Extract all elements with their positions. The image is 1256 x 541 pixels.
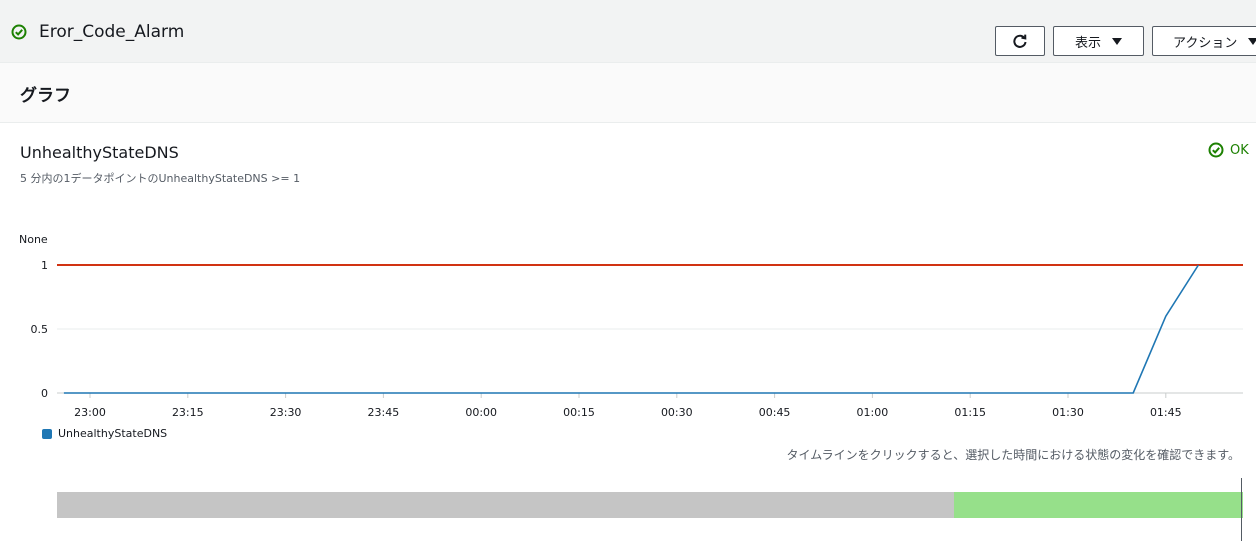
ok-status-icon xyxy=(11,24,27,40)
alarm-title: Eror_Code_Alarm xyxy=(11,22,184,42)
x-tick-label: 23:45 xyxy=(368,406,400,419)
legend-label: UnhealthyStateDNS xyxy=(58,427,168,440)
timeline-segment-insufficient-data[interactable] xyxy=(57,492,954,518)
x-tick-label: 01:00 xyxy=(857,406,889,419)
actions-label: アクション xyxy=(1173,35,1238,51)
x-tick-label: 23:15 xyxy=(172,406,204,419)
metric-chart[interactable]: None 1 0.5 0 23:00 23:15 23:30 23:45 00:00 00:15 0… xyxy=(0,225,1256,425)
x-tick-label: 00:45 xyxy=(759,406,791,419)
alarm-name: Eror_Code_Alarm xyxy=(39,22,185,42)
y-unit-label: None xyxy=(19,233,48,246)
refresh-icon xyxy=(1013,34,1027,48)
metric-name: UnhealthyStateDNS xyxy=(20,143,179,162)
y-tick-label: 1 xyxy=(41,259,48,272)
state-timeline[interactable] xyxy=(57,492,1243,518)
view-dropdown-button[interactable]: 表示 xyxy=(1053,26,1144,56)
view-label: 表示 xyxy=(1074,35,1101,51)
x-tick-label: 01:30 xyxy=(1052,406,1084,419)
timeline-segment-ok[interactable] xyxy=(954,492,1243,518)
x-tick-label: 23:30 xyxy=(270,406,302,419)
timeline-hint: タイムラインをクリックすると、選択した時間における状態の変化を確認できます。 xyxy=(786,448,1240,462)
alarm-header: Eror_Code_Alarm 表示 アクション xyxy=(0,0,1256,63)
legend-swatch xyxy=(42,428,52,439)
x-tick-label: 01:45 xyxy=(1150,406,1182,419)
graph-section-header: グラフ xyxy=(0,63,1256,123)
section-title: グラフ xyxy=(20,86,71,106)
x-tick-label: 23:00 xyxy=(74,406,106,419)
caret-down-icon xyxy=(1248,37,1256,45)
ok-status-icon xyxy=(1208,142,1224,158)
metric-description: 5 分内の1データポイントのUnhealthyStateDNS >= 1 xyxy=(20,172,301,185)
caret-down-icon xyxy=(1112,37,1122,45)
x-tick-label: 00:30 xyxy=(661,406,693,419)
actions-dropdown-button[interactable]: アクション xyxy=(1152,26,1256,56)
y-tick-label: 0 xyxy=(41,387,48,400)
timeline-marker xyxy=(1241,478,1242,541)
alarm-state: OK xyxy=(1208,142,1249,158)
chart-legend[interactable]: UnhealthyStateDNS xyxy=(42,427,167,440)
alarm-state-label: OK xyxy=(1230,142,1249,158)
y-tick-label: 0.5 xyxy=(31,323,49,336)
x-tick-label: 00:15 xyxy=(563,406,595,419)
x-tick-label: 00:00 xyxy=(465,406,497,419)
refresh-button[interactable] xyxy=(995,26,1045,56)
x-tick-label: 01:15 xyxy=(954,406,986,419)
